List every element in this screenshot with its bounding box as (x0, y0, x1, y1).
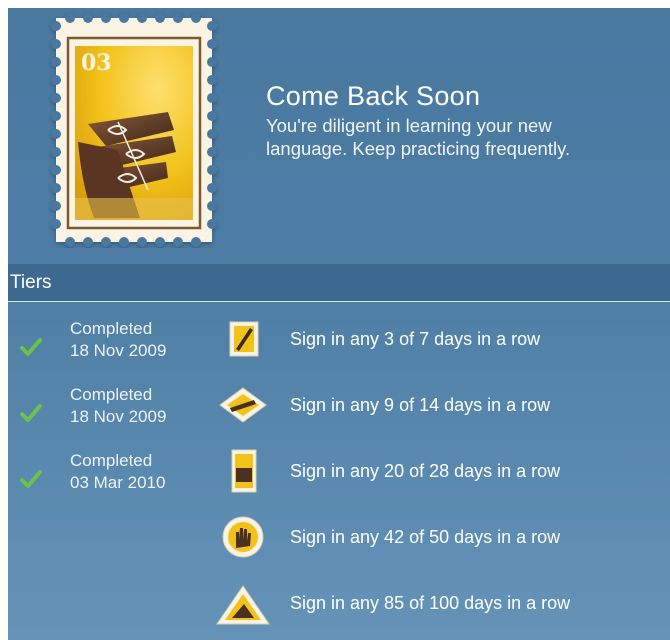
checkmark-icon (20, 404, 42, 422)
tiers-header-label: Tiers (10, 272, 52, 293)
checkmark-icon (20, 338, 42, 356)
achievement-panel: 03 Come Back Soon You're diligent in lea… (8, 8, 670, 640)
tier-row: Sign in any 42 of 50 days in a row (8, 514, 670, 578)
tier-completion: Completed 18 Nov 2009 (70, 384, 166, 428)
tier-requirement: Sign in any 3 of 7 days in a row (290, 329, 541, 349)
stamp-round-hand-icon (222, 516, 264, 558)
tier-date: 18 Nov 2009 (70, 341, 167, 360)
achievement-stamp-icon: 03 (51, 13, 217, 247)
tier-requirement: Sign in any 42 of 50 days in a row (290, 527, 561, 547)
tier-status: Completed (70, 319, 153, 338)
stamp-diamond-icon (219, 387, 267, 423)
tier-row: Completed 18 Nov 2009 Sign in any 9 of 1… (8, 382, 670, 446)
tier-row: Completed 18 Nov 2009 Sign in any 3 of 7… (8, 316, 670, 380)
tier-requirement: Sign in any 9 of 14 days in a row (290, 395, 551, 415)
stamp-number: 03 (81, 50, 112, 76)
tier-requirement: Sign in any 85 of 100 days in a row (290, 593, 571, 613)
checkmark-icon (20, 470, 42, 488)
tiers-header: Tiers (8, 264, 670, 302)
tier-date: 03 Mar 2010 (70, 473, 166, 492)
badge-description: You're diligent in learning your new lan… (266, 115, 571, 159)
tier-status: Completed (70, 385, 153, 404)
stamp-portrait-icon (231, 449, 257, 493)
tier-status: Completed (70, 451, 153, 470)
badge-heading: Come Back Soon You're diligent in learni… (266, 80, 646, 160)
stamp-triangle-icon (216, 585, 270, 625)
tier-requirement: Sign in any 20 of 28 days in a row (290, 461, 561, 481)
stamp-pencil-icon (229, 321, 259, 357)
tier-row: Completed 03 Mar 2010 Sign in any 20 of … (8, 448, 670, 512)
tier-completion: Completed 03 Mar 2010 (70, 450, 165, 494)
tier-completion: Completed 18 Nov 2009 (70, 318, 166, 362)
tier-row: Sign in any 85 of 100 days in a row (8, 580, 670, 640)
tier-date: 18 Nov 2009 (70, 407, 167, 426)
badge-title: Come Back Soon (266, 81, 481, 111)
